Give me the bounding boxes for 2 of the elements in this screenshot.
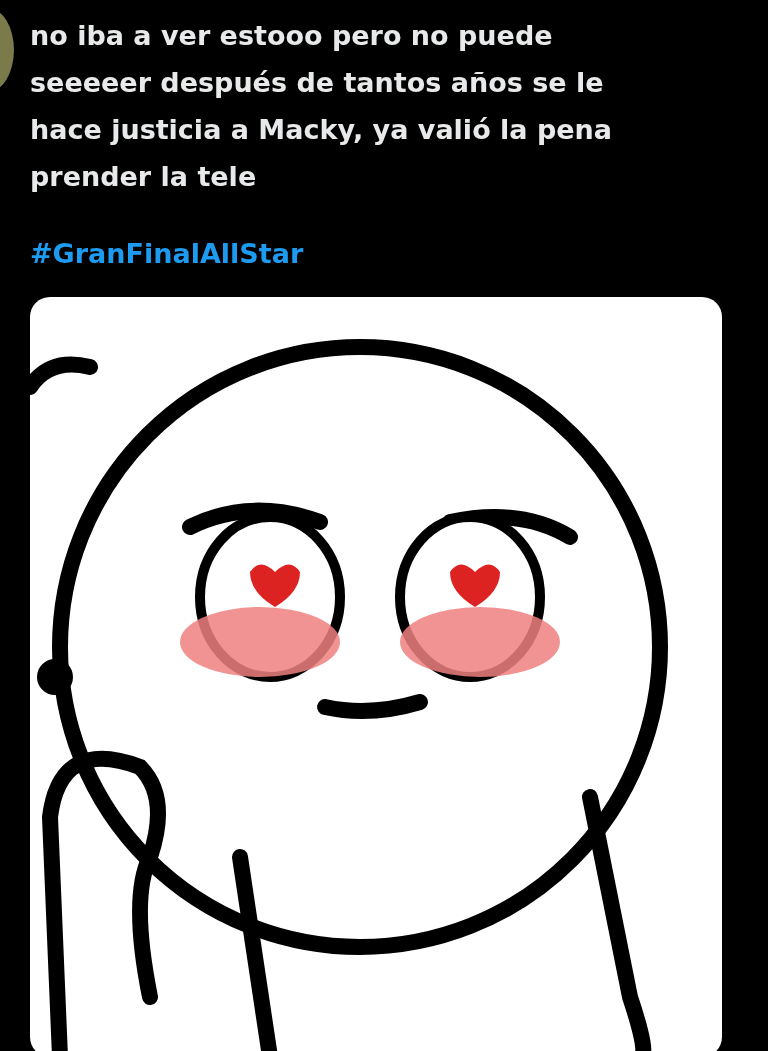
tweet-text: no iba a ver estooo pero no puede seeeeer después de tantos años se le hace justicia a Macky, ya valió la pena prender la tele [30,19,614,194]
hashtag-link[interactable]: #GranFinalAllStar [30,238,728,269]
